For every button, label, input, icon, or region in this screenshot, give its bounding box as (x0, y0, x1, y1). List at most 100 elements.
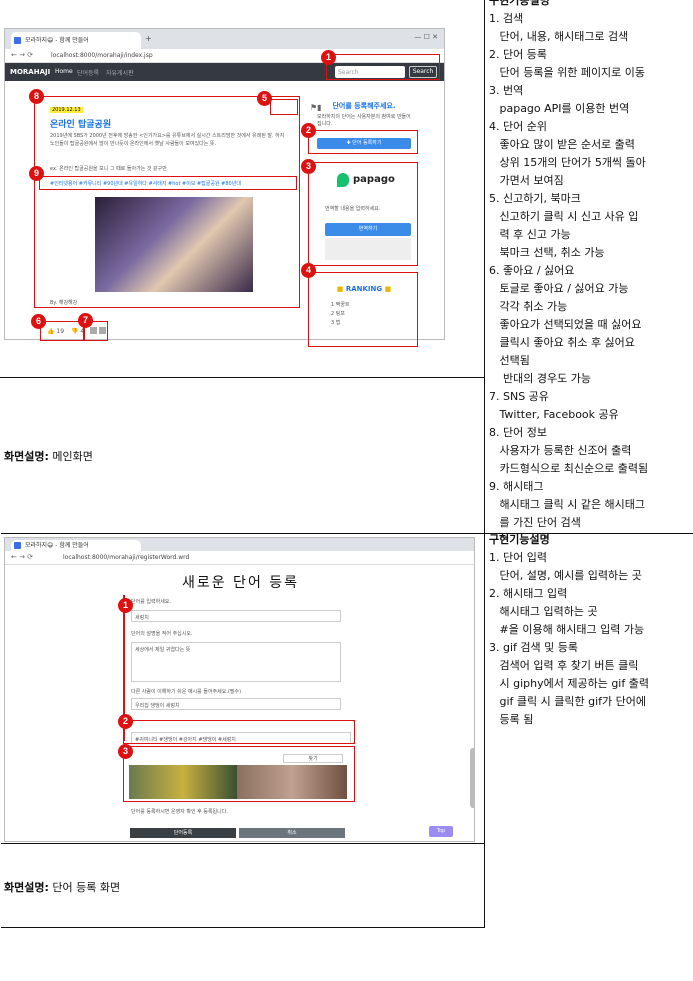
annotation-badge: 9 (29, 166, 44, 181)
annotation-badge: 2 (118, 714, 133, 729)
description-line: 를 가진 단어 검색 (489, 516, 581, 529)
annotation-badge: 3 (301, 159, 316, 174)
annotation-badge: 4 (301, 263, 316, 278)
description-line: #을 이용해 해시태그 입력 가능 (489, 623, 645, 636)
register-text: 모라하지의 단어는 사용자분의 참여로 만들어집니다. (317, 114, 411, 127)
site-brand[interactable]: MORAHAJI (10, 68, 50, 76)
description-line: 단어, 설명, 예시를 입력하는 곳 (489, 569, 642, 582)
screen-caption: 화면설명: 단어 등록 화면 (4, 879, 120, 895)
description-line: 6. 좋아요 / 싫어요 (489, 264, 575, 277)
description-line: 1. 검색 (489, 12, 524, 25)
description-lines: 1. 단어 입력 단어, 설명, 예시를 입력하는 곳 2. 해시태그 입력 해시… (489, 549, 693, 729)
description-line: 각각 취소 가능 (489, 300, 568, 313)
description-line: 단어 등록을 위한 페이지로 이동 (489, 66, 646, 79)
nav-register[interactable]: 단어등록 (77, 68, 99, 77)
browser-tab[interactable]: 모라하지😄 - 함께 만들어 (11, 540, 141, 551)
window-controls-icon[interactable]: — ☐ ✕ (414, 33, 438, 41)
example-label: 다른 사람이 이해하기 쉬운 예시를 들어주세요.(필수) (131, 689, 242, 695)
url-text[interactable]: localhost:8000/morahaji/index.jsp (51, 52, 153, 59)
annotation-box-bookmark (270, 99, 298, 115)
annotation-badge: 1 (118, 598, 133, 613)
description-lines: 1. 검색 단어, 내용, 해시태그로 검색 2. 단어 등록 단어 등록을 위한… (489, 10, 693, 532)
annotation-box-search (326, 54, 440, 80)
description-line: 반대의 경우도 가능 (489, 372, 591, 385)
cancel-button[interactable]: 취소 (239, 828, 345, 838)
description-line: 등록 됨 (489, 713, 534, 726)
browser-tab[interactable]: 모라하지😄 - 함께 만들어 (11, 32, 141, 49)
description-line: 선택됨 (489, 354, 530, 367)
address-bar: ← → ⟳ localhost:8000/morahaji/registerWo… (5, 551, 474, 565)
top-button[interactable]: Top (429, 826, 453, 837)
annotation-badge: 2 (301, 123, 316, 138)
annotation-badge: 5 (257, 91, 272, 106)
description-line: 상위 15개의 단어가 5개씩 돌아 (489, 156, 646, 169)
description-line: 력 후 신고 가능 (489, 228, 571, 241)
annotation-box-ranking (308, 272, 418, 347)
feature-description: 구현기능설명 1. 단어 입력 단어, 설명, 예시를 입력하는 곳 2. 해시태… (489, 531, 693, 729)
description-title: 구현기능설명 (489, 0, 550, 7)
description-input[interactable]: 세상에서 제일 귀엽다는 뜻 (131, 642, 341, 682)
description-line: 7. SNS 공유 (489, 390, 549, 403)
annotation-badge: 8 (29, 89, 44, 104)
screen-caption: 화면설명: 메인화면 (4, 448, 93, 464)
annotation-badge: 7 (78, 313, 93, 328)
new-tab-icon[interactable]: + (145, 34, 152, 43)
favicon-icon (14, 37, 21, 44)
url-text[interactable]: localhost:8000/morahaji/registerWord.wrd (63, 554, 189, 561)
description-line: 좋아요 많이 받은 순서로 출력 (489, 138, 635, 151)
favicon-icon (14, 542, 21, 549)
caption-label: 화면설명: (4, 881, 49, 894)
description-line: 북마크 선택, 취소 가능 (489, 246, 605, 259)
spacer (0, 533, 1, 928)
browser-tabbar: 모라하지😄 - 함께 만들어 + — ☐ ✕ (5, 29, 444, 49)
table-row-divider (0, 377, 484, 378)
annotation-box-gif (123, 746, 355, 802)
annotation-badge: 3 (118, 744, 133, 759)
description-line: 토글로 좋아요 / 싫어요 가능 (489, 282, 629, 295)
description-line: 9. 해시태그 (489, 480, 544, 493)
submit-button[interactable]: 단어등록 (130, 828, 236, 838)
annotation-box-card (34, 96, 300, 308)
description-line: 시 giphy에서 제공하는 gif 출력 (489, 677, 649, 690)
description-line: 해시태그 입력하는 곳 (489, 605, 598, 618)
description-line: papago API를 이용한 번역 (489, 102, 630, 115)
page-title: 새로운 단어 등록 (181, 575, 300, 591)
feature-description: 구현기능설명 1. 검색 단어, 내용, 해시태그로 검색 2. 단어 등록 단어… (489, 0, 693, 532)
description-line: 8. 단어 정보 (489, 426, 547, 439)
description-line: 해시태그 클릭 시 같은 해시태그 (489, 498, 646, 511)
nav-board[interactable]: 자유게시판 (106, 68, 134, 77)
table-row-divider (0, 927, 485, 928)
description-line: Twitter, Facebook 공유 (489, 408, 619, 421)
browser-tabbar: 모라하지😄 - 함께 만들어 (5, 538, 474, 551)
caption-text: 메인화면 (48, 450, 93, 463)
tab-title: 모라하지😄 - 함께 만들어 (25, 37, 89, 44)
description-line: gif 클릭 시 클릭한 gif가 단어에 (489, 695, 646, 708)
annotation-box-like (40, 321, 84, 341)
nav-arrows-icon[interactable]: ← → ⟳ (11, 51, 33, 59)
description-line: 검색어 입력 후 찾기 버튼 클릭 (489, 659, 639, 672)
annotation-box-hashtag (39, 176, 297, 190)
nav-arrows-icon[interactable]: ← → ⟳ (11, 553, 33, 561)
scrollbar[interactable] (470, 748, 474, 808)
nav-home[interactable]: Home (55, 68, 73, 75)
annotation-badge: 6 (31, 314, 46, 329)
caption-text: 단어 등록 화면 (48, 881, 121, 894)
description-line: 좋아요가 선택되었을 때 싫어요 (489, 318, 642, 331)
description-line: 3. 번역 (489, 84, 524, 97)
description-line: 신고하기 클릭 시 신고 사유 입 (489, 210, 639, 223)
table-row-divider (0, 843, 484, 844)
description-line: 2. 해시태그 입력 (489, 587, 568, 600)
word-label: 단어를 입력하세요. (131, 599, 171, 605)
word-input[interactable]: 세렁치 (131, 610, 341, 622)
description-line: 5. 신고하기, 북마크 (489, 192, 581, 205)
footer-text: 단어를 등록하시면 운영자 확인 후 등록됩니다. (131, 809, 228, 815)
table-column-divider (484, 0, 485, 928)
description-line: 2. 단어 등록 (489, 48, 547, 61)
example-input[interactable]: 우리집 댕댕이 세렁치 (131, 698, 341, 710)
annotation-box-hashtag-input (123, 720, 355, 744)
description-line: 1. 단어 입력 (489, 551, 547, 564)
annotation-box-papago (308, 162, 418, 266)
register-title: 단어를 등록해주세요. (332, 102, 396, 110)
description-line: 단어, 내용, 해시태그로 검색 (489, 30, 629, 43)
annotation-badge: 1 (321, 50, 336, 65)
